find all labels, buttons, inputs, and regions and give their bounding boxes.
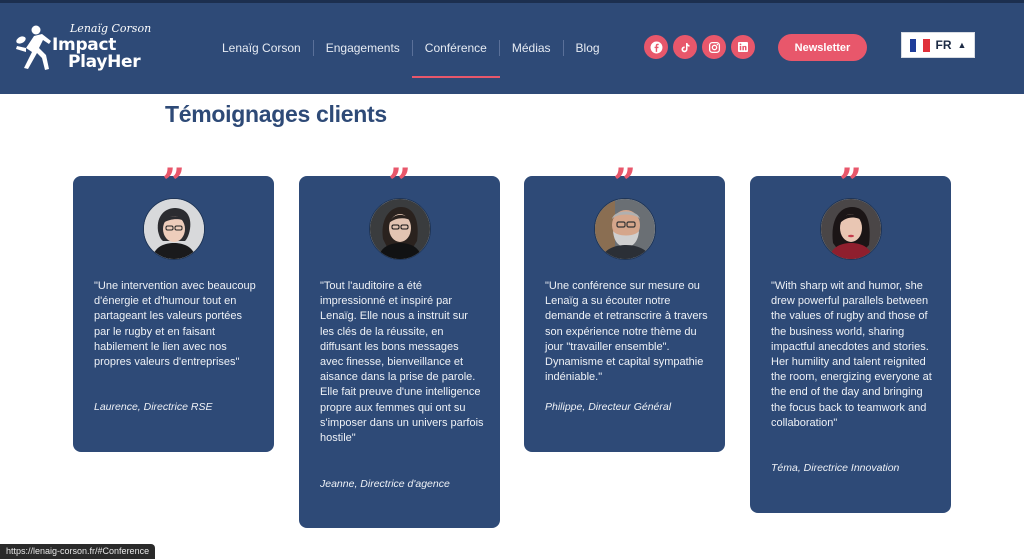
site-header: Lenaïg Corson Impact PlayHer Lenaïg Cors…: [0, 0, 1024, 94]
avatar: [594, 198, 656, 260]
nav-item-medias[interactable]: Médias: [500, 41, 563, 55]
instagram-link[interactable]: [702, 35, 726, 59]
site-logo[interactable]: Lenaïg Corson Impact PlayHer: [10, 22, 160, 74]
testimonial-text: "Une intervention avec beaucoup d'énergi…: [94, 280, 256, 369]
newsletter-button[interactable]: Newsletter: [778, 34, 867, 61]
nav-item-blog[interactable]: Blog: [564, 41, 612, 55]
nav-item-conference[interactable]: Conférence: [411, 41, 500, 78]
testimonial-author: Jeanne, Directrice d'agence: [320, 478, 450, 490]
avatar: [820, 198, 882, 260]
france-flag-icon: [909, 38, 930, 52]
testimonial-card: ” "Une intervention avec beaucoup d'éner…: [73, 164, 274, 452]
logo-script-name: Lenaïg Corson: [70, 22, 152, 35]
testimonial-card: ” "Tout l'auditoire a été impressionné e…: [299, 164, 500, 528]
social-links: [644, 35, 755, 59]
tiktok-link[interactable]: [673, 35, 697, 59]
testimonial-author: Téma, Directrice Innovation: [771, 462, 900, 474]
main-nav: Lenaïg Corson Engagements Conférence Méd…: [210, 36, 612, 78]
testimonial-author: Laurence, Directrice RSE: [94, 401, 213, 413]
linkedin-link[interactable]: [731, 35, 755, 59]
linkedin-icon: [738, 42, 748, 52]
testimonial-card: ” "With sharp wit and humor, she drew po…: [750, 164, 951, 513]
tiktok-icon: [681, 42, 690, 52]
chevron-up-icon: ▲: [957, 40, 967, 50]
facebook-link[interactable]: [644, 35, 668, 59]
avatar: [143, 198, 205, 260]
nav-item-lenaig-corson[interactable]: Lenaïg Corson: [210, 41, 313, 55]
testimonial-card: ” "Une conférence sur mesure ou Lenaïg a…: [524, 164, 725, 452]
testimonial-text: "With sharp wit and humor, she drew powe…: [771, 280, 932, 429]
testimonial-text: "Une conférence sur mesure ou Lenaïg a s…: [545, 280, 708, 384]
language-code: FR: [935, 38, 952, 52]
header-top-border: [0, 0, 1024, 3]
testimonial-text: "Tout l'auditoire a été impressionné et …: [320, 280, 484, 445]
section-title: Témoignages clients: [165, 101, 387, 127]
browser-status-url: https://lenaig-corson.fr/#Conference: [0, 544, 156, 559]
facebook-icon: [650, 41, 662, 53]
testimonial-author: Philippe, Directeur Général: [545, 401, 672, 413]
nav-item-engagements[interactable]: Engagements: [314, 41, 412, 55]
instagram-icon: [708, 41, 720, 53]
avatar: [369, 198, 431, 260]
runner-icon: [16, 25, 51, 70]
logo-line-2: PlayHer: [68, 52, 141, 72]
language-selector[interactable]: FR ▲: [901, 32, 975, 58]
